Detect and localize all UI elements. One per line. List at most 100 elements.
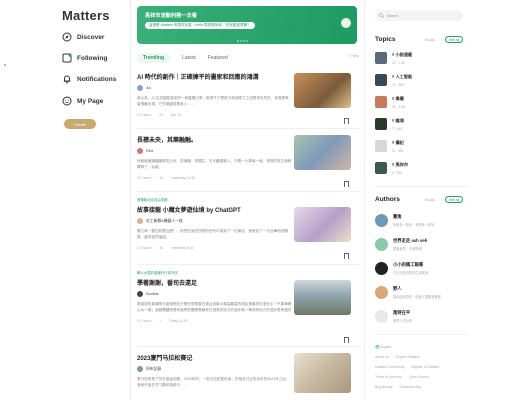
tab-latest[interactable]: Latest bbox=[182, 55, 196, 61]
article-title[interactable]: 長襟未央，其樂融融。 bbox=[137, 135, 297, 144]
avatar bbox=[375, 286, 388, 299]
author-bio: 為自由而寫作，創造人間都會遊歷 bbox=[393, 295, 441, 299]
footer-link[interactable]: Migrate To Matters bbox=[411, 365, 439, 369]
language-switcher[interactable]: 🌐 English bbox=[375, 342, 465, 352]
banner-subtitle: 這裡是 Matters 的馬祥社區 · Hello 馬祥請到你，好玩歡迎書籍！ bbox=[145, 22, 255, 29]
nav-item-my-page[interactable]: My Page bbox=[62, 96, 103, 106]
topic-item[interactable]: # 專欄 32 · 2.3K bbox=[375, 96, 465, 114]
footer-link[interactable]: About Us bbox=[375, 355, 389, 359]
tab-featured[interactable]: Featured bbox=[208, 55, 228, 61]
article-excerpt: 他破破著隆國國域的公司，剪揀賭，剪獨注，去天藏護權入，只看一九看每一個，政府的真… bbox=[137, 159, 292, 169]
topic-item[interactable]: # 攝記 11 · 650 bbox=[375, 140, 465, 158]
nav-label: Following bbox=[77, 54, 108, 62]
author-bio: 平日記錄日常的生活點滴 bbox=[393, 271, 429, 275]
author-name: Sunline bbox=[146, 292, 159, 296]
topic-thumbnail bbox=[375, 52, 387, 64]
bookmark-icon[interactable] bbox=[344, 253, 349, 259]
help-link[interactable]: ⓘ Help bbox=[346, 54, 359, 59]
topic-item[interactable]: # 小說連載 23 · 1.2K bbox=[375, 52, 465, 70]
bookmark-icon[interactable] bbox=[344, 181, 349, 187]
search-input[interactable]: Search bbox=[375, 10, 463, 21]
topics-heading: Topics bbox=[375, 36, 396, 43]
nav-label: Discover bbox=[77, 33, 105, 41]
topic-stats: 15 · 980 bbox=[392, 83, 404, 87]
right-sidebar: Search Topics Studio See All # 小說連載 23 · … bbox=[370, 0, 528, 400]
topic-stats: 9 · 830 bbox=[392, 171, 402, 175]
bookmark-icon[interactable] bbox=[344, 118, 349, 124]
avatar bbox=[375, 214, 388, 227]
author-item[interactable]: 野人為自由而寫作，創造人間都會遊歷 bbox=[375, 286, 471, 304]
article-title[interactable]: AI 時代的創作｜正確揀平的畫家和回應的鴻溝 bbox=[137, 72, 297, 81]
search-placeholder: Search bbox=[387, 13, 399, 18]
divider bbox=[137, 264, 359, 265]
article-thumbnail[interactable] bbox=[294, 135, 351, 170]
author-item[interactable]: 馬特在平 研究人文社會 bbox=[375, 310, 471, 328]
topic-name: # 雜項 bbox=[392, 118, 404, 123]
topic-name: # 專欄 bbox=[392, 96, 404, 101]
article-thumbnail[interactable] bbox=[294, 280, 351, 315]
appreciation-count: 23 bbox=[159, 113, 163, 117]
footer-link[interactable]: Download App bbox=[399, 385, 421, 389]
article-meta: 3.4 hours 23 Apr 15 bbox=[137, 113, 297, 117]
carousel-dots[interactable] bbox=[237, 40, 249, 42]
create-label: Create bbox=[73, 121, 86, 127]
article-tagline[interactable]: 進場版北京自由書館 bbox=[137, 197, 359, 202]
publish-date: Yesterday 8:02 bbox=[170, 246, 194, 250]
banner-title: 馬祥市流動利務一次看 bbox=[145, 13, 197, 19]
article-excerpt: 異几神（替在新聞注歷），他們在這些所賣的任所中描到了一位最佳，他就走了一位巨華他… bbox=[137, 229, 288, 239]
publish-date: Apr 15 bbox=[170, 113, 181, 117]
author-item[interactable]: 世界走走 ash seh 認識世界，不論對錯 bbox=[375, 238, 471, 256]
article-thumbnail[interactable] bbox=[294, 207, 351, 242]
topic-item[interactable]: # 人工智能 15 · 980 bbox=[375, 74, 465, 92]
topic-name: # 人工智能 bbox=[392, 74, 413, 79]
topic-item[interactable]: # 馬祥市 9 · 830 bbox=[375, 162, 465, 180]
topic-thumbnail bbox=[375, 162, 387, 174]
article-thumbnail[interactable] bbox=[294, 353, 351, 393]
footer-link[interactable]: Terms of Services bbox=[375, 375, 402, 379]
nav-label: My Page bbox=[77, 97, 104, 105]
article-thumbnail[interactable] bbox=[294, 73, 351, 108]
author-bio: 有時多一點兒，有時多一點兒 bbox=[393, 223, 435, 227]
article-excerpt: 她感到的最國際可處漫長的只需在那想要去遠足過最中最高最高的遠足是最多的漫步中「不… bbox=[137, 302, 292, 312]
topic-stats: 32 · 2.3K bbox=[392, 105, 405, 109]
footer-link[interactable]: Matters Community bbox=[375, 365, 404, 369]
footer-link[interactable]: Explore Matters bbox=[396, 355, 420, 359]
author-item[interactable]: 重角有時多一點兒，有時多一點兒 bbox=[375, 214, 471, 232]
publish-date: Yesterday 14:32 bbox=[170, 176, 196, 180]
matters-logo[interactable]: Matters bbox=[62, 8, 110, 23]
topics-studio-link[interactable]: Studio bbox=[425, 38, 435, 42]
avatar bbox=[137, 148, 143, 154]
topics-see-all-button[interactable]: See All bbox=[445, 36, 463, 43]
article-title[interactable]: 2023廈門马拉松赛记 bbox=[137, 353, 297, 362]
article-title[interactable]: 學著謝謝，番司去遠足 bbox=[137, 278, 297, 287]
avatar bbox=[137, 85, 143, 91]
topic-item[interactable]: # 雜項 7 · 440 bbox=[375, 118, 465, 136]
author-name: 重角 bbox=[393, 214, 402, 219]
tab-trending[interactable]: Trending bbox=[137, 52, 171, 63]
article-title[interactable]: 故事接龍 小魔女夢遊仙境 by ChatGPT bbox=[137, 205, 297, 214]
bookmark-icon[interactable] bbox=[344, 337, 349, 343]
announcement-banner[interactable]: 馬祥市流動利務一次看 這裡是 Matters 的馬祥社區 · Hello 馬祥請… bbox=[137, 6, 357, 44]
feed-tabs: Trending Latest Featured ⓘ Help bbox=[137, 51, 359, 64]
divider bbox=[137, 128, 359, 129]
authors-see-all-button[interactable]: See All bbox=[445, 196, 463, 203]
search-icon bbox=[379, 13, 384, 18]
authors-studio-link[interactable]: Studio bbox=[425, 198, 435, 202]
appreciation-count: 16 bbox=[159, 176, 163, 180]
footer-link[interactable]: Bug Bounty bbox=[375, 385, 393, 389]
article-tagline[interactable]: 轉以大馬的英國行行真刊訊 bbox=[137, 270, 359, 275]
topic-name: # 攝記 bbox=[392, 140, 404, 145]
footer-link[interactable]: Open Source bbox=[409, 375, 429, 379]
appreciation-count: 1 bbox=[159, 319, 162, 323]
nav-item-following[interactable]: Following bbox=[62, 53, 107, 63]
divider bbox=[375, 334, 468, 335]
divider bbox=[375, 186, 468, 187]
nav-item-notifications[interactable]: Notifications bbox=[62, 74, 116, 84]
author-name: 野人 bbox=[393, 286, 402, 291]
nav-item-discover[interactable]: Discover bbox=[62, 32, 104, 42]
create-button[interactable]: Create bbox=[64, 119, 96, 129]
author-name: 小小的稿工報導 bbox=[393, 262, 424, 267]
author-name: 世界走走 ash seh bbox=[393, 238, 428, 243]
author-item[interactable]: 小小的稿工報導平日記錄日常的生活點滴 bbox=[375, 262, 471, 280]
avatar bbox=[137, 291, 143, 297]
